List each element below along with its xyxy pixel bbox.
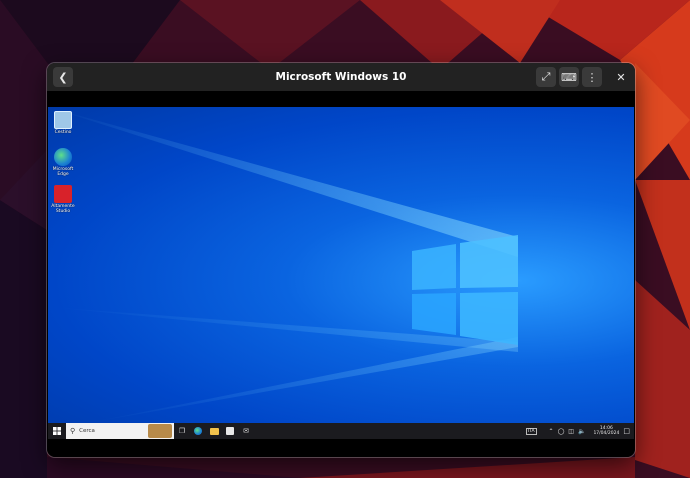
app-red-icon xyxy=(54,185,72,203)
taskbar-file-explorer[interactable] xyxy=(206,423,222,439)
desktop-icon-edge[interactable]: Microsoft Edge xyxy=(50,148,76,177)
vm-window: ❮ Microsoft Windows 10 ⤢ ⌨ ⋮ ✕ Cestino M… xyxy=(47,63,635,457)
network-icon[interactable]: ◫ xyxy=(568,428,574,435)
edge-icon xyxy=(54,148,72,166)
windows-desktop[interactable]: Cestino Microsoft Edge Altamente Studio xyxy=(48,107,634,423)
notification-center-icon[interactable]: □ xyxy=(623,427,630,435)
edge-icon xyxy=(194,427,202,435)
guest-display[interactable]: Cestino Microsoft Edge Altamente Studio xyxy=(47,91,635,457)
close-button[interactable]: ✕ xyxy=(611,67,631,87)
search-highlight-image xyxy=(148,424,172,438)
task-view-icon: ❐ xyxy=(178,427,186,435)
menu-button[interactable]: ⋮ xyxy=(582,67,602,87)
chevron-left-icon: ❮ xyxy=(58,70,68,84)
desktop-icon-label: Altamente Studio xyxy=(51,204,75,214)
start-button[interactable] xyxy=(48,423,66,439)
folder-icon xyxy=(209,427,219,435)
close-icon: ✕ xyxy=(616,70,626,84)
fullscreen-button[interactable]: ⤢ xyxy=(536,67,556,87)
taskbar-store[interactable] xyxy=(222,423,238,439)
windows-taskbar: ⚲ Cerca ❐ ✉ ITA ⌃ ◯ ◫ 🔈 14:06 17/04/2024… xyxy=(48,423,634,439)
desktop-icon-recycle-bin[interactable]: Cestino xyxy=(50,111,76,135)
chevron-up-icon[interactable]: ⌃ xyxy=(549,428,554,435)
defender-icon[interactable]: ◯ xyxy=(558,428,565,435)
fullscreen-icon: ⤢ xyxy=(541,70,551,83)
desktop-icon-label: Cestino xyxy=(54,130,72,135)
windows-logo-icon xyxy=(53,427,61,435)
back-button[interactable]: ❮ xyxy=(53,67,73,87)
mail-icon: ✉ xyxy=(243,427,249,435)
task-view-button[interactable]: ❐ xyxy=(174,423,190,439)
system-tray: ITA ⌃ ◯ ◫ 🔈 14:06 17/04/2024 □ xyxy=(525,423,634,439)
windows-logo-wallpaper xyxy=(48,107,518,423)
taskbar-edge[interactable] xyxy=(190,423,206,439)
window-headerbar: ❮ Microsoft Windows 10 ⤢ ⌨ ⋮ ✕ xyxy=(47,63,635,91)
recycle-bin-icon xyxy=(54,111,72,129)
kebab-menu-icon: ⋮ xyxy=(586,70,598,84)
taskbar-mail[interactable]: ✉ xyxy=(238,423,254,439)
clock-date: 17/04/2024 xyxy=(593,431,620,436)
desktop-icon-app[interactable]: Altamente Studio xyxy=(50,185,76,214)
taskbar-search[interactable]: ⚲ Cerca xyxy=(66,423,174,439)
keyboard-layout-indicator[interactable]: ITA xyxy=(525,427,537,435)
keyboard-icon: ⌨ xyxy=(561,70,577,84)
desktop-icon-label: Microsoft Edge xyxy=(52,167,74,177)
search-icon: ⚲ xyxy=(70,427,76,435)
volume-icon[interactable]: 🔈 xyxy=(578,428,585,435)
keyboard-button[interactable]: ⌨ xyxy=(559,67,579,87)
search-placeholder: Cerca xyxy=(79,428,95,434)
store-icon xyxy=(226,427,234,435)
taskbar-clock[interactable]: 14:06 17/04/2024 xyxy=(593,426,619,437)
